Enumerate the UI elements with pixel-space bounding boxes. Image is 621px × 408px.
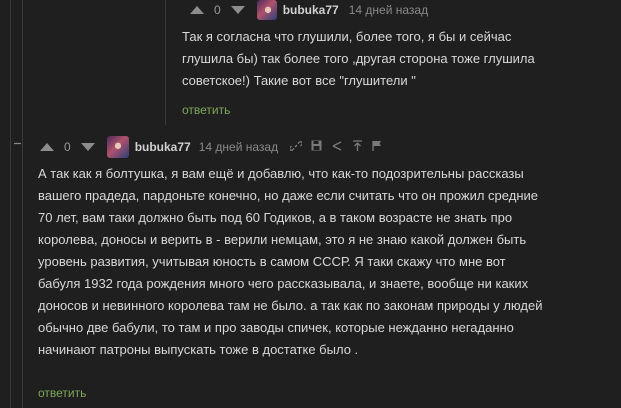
timestamp[interactable]: 14 дней назад (199, 140, 278, 154)
vote-count: 0 (214, 3, 221, 17)
text-line: уровень развития, учитывая юность в само… (38, 254, 506, 269)
text-line: советское!) Такие вот все "глушители " (182, 73, 416, 88)
text-line: Так я согласна что глушили, более того, … (182, 29, 512, 44)
thread-line (10, 0, 11, 408)
reply-button[interactable]: ответить (182, 103, 230, 117)
text-line: начинают патроны выпускать тоже в достат… (38, 342, 359, 357)
comment-text: А так как я болтушка, я вам ещё и добавл… (38, 163, 618, 361)
text-line: королева, доносы и верить в - верили нем… (38, 232, 527, 247)
comment-text: Так я согласна что глушили, более того, … (182, 26, 602, 92)
vote-block: 0 (40, 140, 95, 154)
link-icon[interactable] (289, 140, 304, 155)
text-line: глушила бы) так более того ,другая сторо… (182, 51, 535, 66)
avatar[interactable] (256, 0, 277, 20)
reply-button[interactable]: ответить (38, 386, 86, 400)
collapse-icon[interactable] (13, 139, 22, 151)
downvote-icon[interactable] (80, 143, 95, 151)
text-line: бабуля 1932 года рождения много чего рас… (38, 276, 529, 291)
text-line: 70 лет, вам таки должно быть под 60 Годи… (38, 210, 513, 225)
username[interactable]: bubuka77 (135, 140, 191, 154)
comment-header: 0 bubuka77 14 дней назад (40, 136, 382, 158)
downvote-icon[interactable] (230, 6, 245, 14)
text-line: обычно две бабули, то там и про заводы с… (38, 320, 514, 335)
thread-line (165, 0, 166, 125)
timestamp[interactable]: 14 дней назад (349, 3, 428, 17)
text-line: вашего прадеда, пардоньте конечно, но да… (38, 188, 538, 203)
avatar[interactable] (106, 136, 129, 158)
text-line: А так как я болтушка, я вам ещё и добавл… (38, 166, 524, 181)
comment-header: 0 bubuka77 14 дней назад (190, 0, 428, 20)
vote-count: 0 (64, 140, 71, 154)
thread-line (22, 0, 23, 408)
vote-block: 0 (190, 3, 245, 17)
text-line: доносов и невинного королева там не было… (38, 298, 543, 313)
upvote-icon[interactable] (190, 6, 204, 14)
up-tree-icon[interactable] (352, 139, 363, 155)
share-icon[interactable] (331, 140, 343, 155)
comment-tools (289, 139, 382, 155)
upvote-icon[interactable] (40, 143, 54, 151)
save-icon[interactable] (311, 140, 322, 154)
username[interactable]: bubuka77 (283, 3, 339, 17)
report-icon[interactable] (372, 140, 382, 155)
